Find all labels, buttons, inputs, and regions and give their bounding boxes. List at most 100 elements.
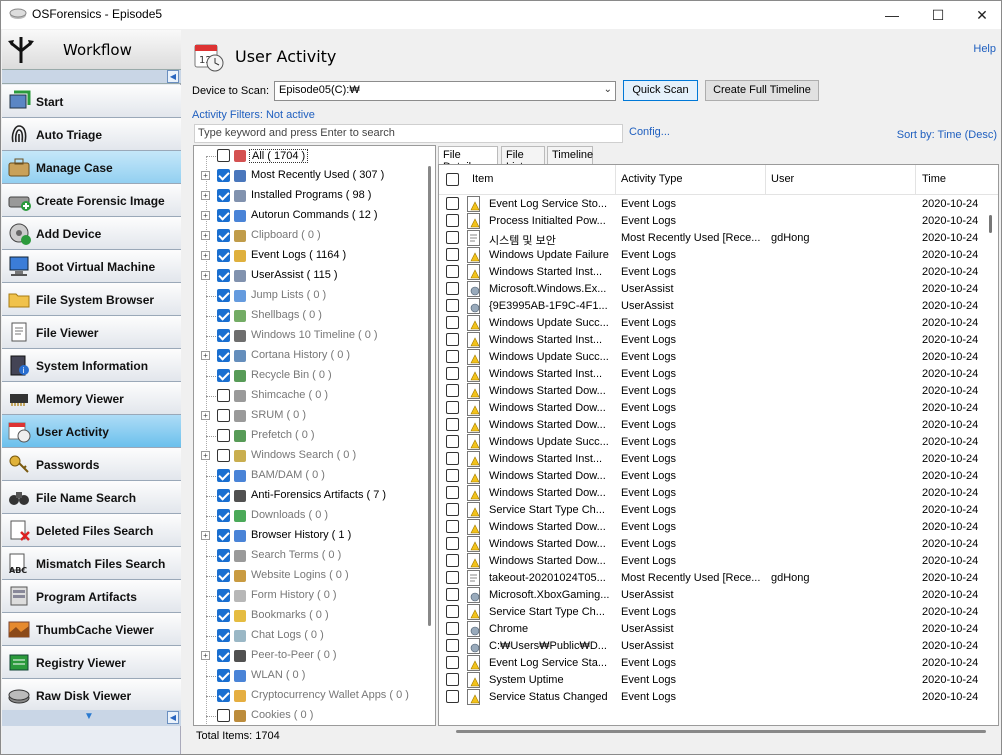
sidebar-item-add-device[interactable]: Add Device [2, 217, 181, 250]
expand-icon[interactable]: + [201, 451, 210, 460]
row-checkbox[interactable] [446, 656, 459, 669]
row-checkbox[interactable] [446, 367, 459, 380]
tree-item[interactable]: Form History ( 0 ) [194, 586, 427, 606]
row-checkbox[interactable] [446, 231, 459, 244]
row-checkbox[interactable] [446, 401, 459, 414]
table-row[interactable]: {9E3995AB-1F9C-4F1... UserAssist 2020-10-2… [439, 298, 984, 315]
table-row[interactable]: Windows Started Inst... Event Logs 2020-10… [439, 332, 984, 349]
table-row[interactable]: Service Status Changed Event Logs 2020-10-… [439, 689, 984, 706]
tree-item[interactable]: + Clipboard ( 0 ) [194, 226, 427, 246]
tree-item[interactable]: All ( 1704 ) [194, 146, 427, 166]
table-row[interactable]: Chrome UserAssist 2020-10-24 [439, 621, 984, 638]
sidebar-item-file-viewer[interactable]: File Viewer [2, 316, 181, 349]
table-row[interactable]: Windows Started Dow... Event Logs 2020-10-… [439, 519, 984, 536]
tree-item[interactable]: + Windows Search ( 0 ) [194, 446, 427, 466]
table-row[interactable]: Windows Started Dow... Event Logs 2020-10-… [439, 536, 984, 553]
tree-item[interactable]: + Peer-to-Peer ( 0 ) [194, 646, 427, 666]
row-checkbox[interactable] [446, 384, 459, 397]
maximize-button[interactable]: ☐ [915, 1, 961, 29]
horizontal-scroll-thumb[interactable] [456, 730, 986, 733]
table-horizontal-scrollbar[interactable] [438, 727, 999, 737]
keyword-search-input[interactable]: Type keyword and press Enter to search [194, 124, 623, 143]
column-divider[interactable] [765, 165, 766, 195]
row-checkbox[interactable] [446, 282, 459, 295]
row-checkbox[interactable] [446, 605, 459, 618]
row-checkbox[interactable] [446, 690, 459, 703]
row-checkbox[interactable] [446, 452, 459, 465]
tree-item[interactable]: + SRUM ( 0 ) [194, 406, 427, 426]
tree-scroll-thumb[interactable] [428, 166, 431, 626]
table-row[interactable]: Process Initialted Pow... Event Logs 2020-… [439, 213, 984, 230]
expand-icon[interactable]: + [201, 271, 210, 280]
collapse-sidebar-bottom-button[interactable]: ◀ [167, 711, 179, 724]
table-row[interactable]: Windows Update Succ... Event Logs 2020-10-… [439, 434, 984, 451]
table-row[interactable]: Event Log Service Sto... Event Logs 2020-1… [439, 196, 984, 213]
tab-file-details[interactable]: File Details [438, 146, 498, 173]
tree-item-checkbox[interactable] [217, 489, 230, 502]
sidebar-item-create-forensic-image[interactable]: Create Forensic Image [2, 184, 181, 217]
column-divider[interactable] [915, 165, 916, 195]
tree-item[interactable]: + Installed Programs ( 98 ) [194, 186, 427, 206]
row-checkbox[interactable] [446, 537, 459, 550]
sidebar-item-system-information[interactable]: i System Information [2, 349, 181, 382]
tree-item-checkbox[interactable] [217, 589, 230, 602]
table-row[interactable]: Event Log Service Sta... Event Logs 2020-1… [439, 655, 984, 672]
tree-item-checkbox[interactable] [217, 449, 230, 462]
row-checkbox[interactable] [446, 248, 459, 261]
row-checkbox[interactable] [446, 571, 459, 584]
tree-item-checkbox[interactable] [217, 329, 230, 342]
sidebar-item-file-name-search[interactable]: File Name Search [2, 481, 181, 514]
tree-item-checkbox[interactable] [217, 709, 230, 722]
tree-item[interactable]: Search Terms ( 0 ) [194, 546, 427, 566]
tree-item[interactable]: Prefetch ( 0 ) [194, 426, 427, 446]
tree-item-checkbox[interactable] [217, 569, 230, 582]
sidebar-item-manage-case[interactable]: Manage Case [2, 151, 181, 184]
table-scrollbar[interactable] [984, 195, 998, 725]
tree-item-checkbox[interactable] [217, 469, 230, 482]
sort-by-link[interactable]: Sort by: Time (Desc) [897, 129, 997, 141]
sidebar-item-passwords[interactable]: Passwords [2, 448, 181, 481]
minimize-button[interactable]: — [869, 1, 915, 29]
activity-filters-link[interactable]: Activity Filters: Not active [192, 109, 315, 121]
collapse-sidebar-button[interactable]: ◀ [167, 70, 179, 83]
tree-item[interactable]: Anti-Forensics Artifacts ( 7 ) [194, 486, 427, 506]
tree-item[interactable]: + Event Logs ( 1164 ) [194, 246, 427, 266]
row-checkbox[interactable] [446, 486, 459, 499]
tree-item[interactable]: WLAN ( 0 ) [194, 666, 427, 686]
scroll-down-icon[interactable]: ▼ [84, 711, 94, 722]
sidebar-item-boot-virtual-machine[interactable]: Boot Virtual Machine [2, 250, 181, 283]
expand-icon[interactable]: + [201, 171, 210, 180]
quick-scan-button[interactable]: Quick Scan [623, 80, 698, 101]
expand-icon[interactable]: + [201, 411, 210, 420]
table-row[interactable]: Windows Started Dow... Event Logs 2020-10-… [439, 383, 984, 400]
row-checkbox[interactable] [446, 350, 459, 363]
tree-item[interactable]: + UserAssist ( 115 ) [194, 266, 427, 286]
sidebar-item-raw-disk-viewer[interactable]: Raw Disk Viewer [2, 679, 181, 712]
row-checkbox[interactable] [446, 554, 459, 567]
tree-item[interactable]: Jump Lists ( 0 ) [194, 286, 427, 306]
tree-item-checkbox[interactable] [217, 349, 230, 362]
tree-item-checkbox[interactable] [217, 189, 230, 202]
sidebar-item-user-activity[interactable]: User Activity [2, 415, 181, 448]
table-row[interactable]: Windows Started Inst... Event Logs 2020-10… [439, 264, 984, 281]
close-button[interactable]: ✕ [959, 1, 1002, 29]
tree-item-checkbox[interactable] [217, 549, 230, 562]
tree-item[interactable]: Shellbags ( 0 ) [194, 306, 427, 326]
row-checkbox[interactable] [446, 588, 459, 601]
row-checkbox[interactable] [446, 520, 459, 533]
config-link[interactable]: Config... [629, 126, 670, 138]
tree-item[interactable]: Windows 10 Timeline ( 0 ) [194, 326, 427, 346]
expand-icon[interactable]: + [201, 231, 210, 240]
sidebar-item-memory-viewer[interactable]: Memory Viewer [2, 382, 181, 415]
tree-item[interactable]: Recycle Bin ( 0 ) [194, 366, 427, 386]
tree-item-checkbox[interactable] [217, 409, 230, 422]
row-checkbox[interactable] [446, 469, 459, 482]
tree-item-checkbox[interactable] [217, 649, 230, 662]
table-row[interactable]: Microsoft.XboxGaming... UserAssist 2020-10… [439, 587, 984, 604]
table-row[interactable]: Service Start Type Ch... Event Logs 2020-1… [439, 502, 984, 519]
tree-item-checkbox[interactable] [217, 629, 230, 642]
table-row[interactable]: C:₩Users₩Public₩D... UserAssist 2020-10-24 [439, 638, 984, 655]
row-checkbox[interactable] [446, 265, 459, 278]
tree-item[interactable]: Chat Logs ( 0 ) [194, 626, 427, 646]
expand-icon[interactable]: + [201, 651, 210, 660]
